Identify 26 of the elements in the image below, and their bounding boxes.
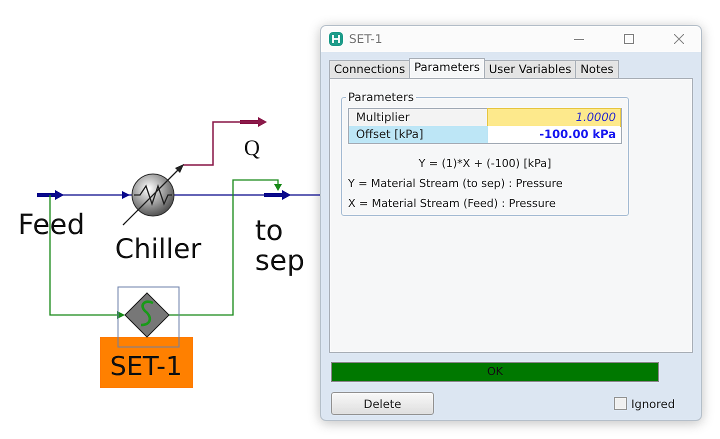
- checkbox[interactable]: [614, 397, 628, 410]
- delete-button[interactable]: Delete: [331, 392, 434, 415]
- status-bar: OK: [331, 362, 659, 382]
- parameter-name[interactable]: Offset [kPa]: [349, 126, 488, 143]
- tab[interactable]: Connections: [329, 60, 410, 78]
- parameter-name[interactable]: Multiplier: [349, 109, 488, 126]
- group-title: Parameters: [347, 90, 415, 104]
- window-title: SET-1: [349, 32, 384, 46]
- tab[interactable]: Notes: [575, 60, 619, 78]
- app-icon: [329, 32, 343, 46]
- definition-text: Y = Material Stream (to sep) : Pressure: [348, 177, 564, 190]
- close-icon[interactable]: [674, 34, 684, 44]
- unit-label: SET-1: [110, 352, 182, 382]
- equation-text: Y = (1)*X + (-100) [kPa]: [418, 157, 552, 170]
- parameter-value[interactable]: 1.0000: [488, 109, 620, 126]
- checkbox-label: Ignored: [631, 396, 675, 410]
- maximize-icon[interactable]: [624, 34, 634, 44]
- tab[interactable]: User Variables: [484, 60, 576, 78]
- stream-label: Q: [244, 135, 260, 160]
- unit-label: Chiller: [115, 234, 202, 265]
- minimize-icon[interactable]: [574, 38, 584, 40]
- definition-text: X = Material Stream (Feed) : Pressure: [348, 197, 557, 210]
- cooler-drawing[interactable]: [122, 164, 184, 226]
- set-drawing[interactable]: [124, 292, 170, 338]
- stream-label: to sep: [255, 214, 305, 277]
- tab[interactable]: Parameters: [409, 58, 485, 78]
